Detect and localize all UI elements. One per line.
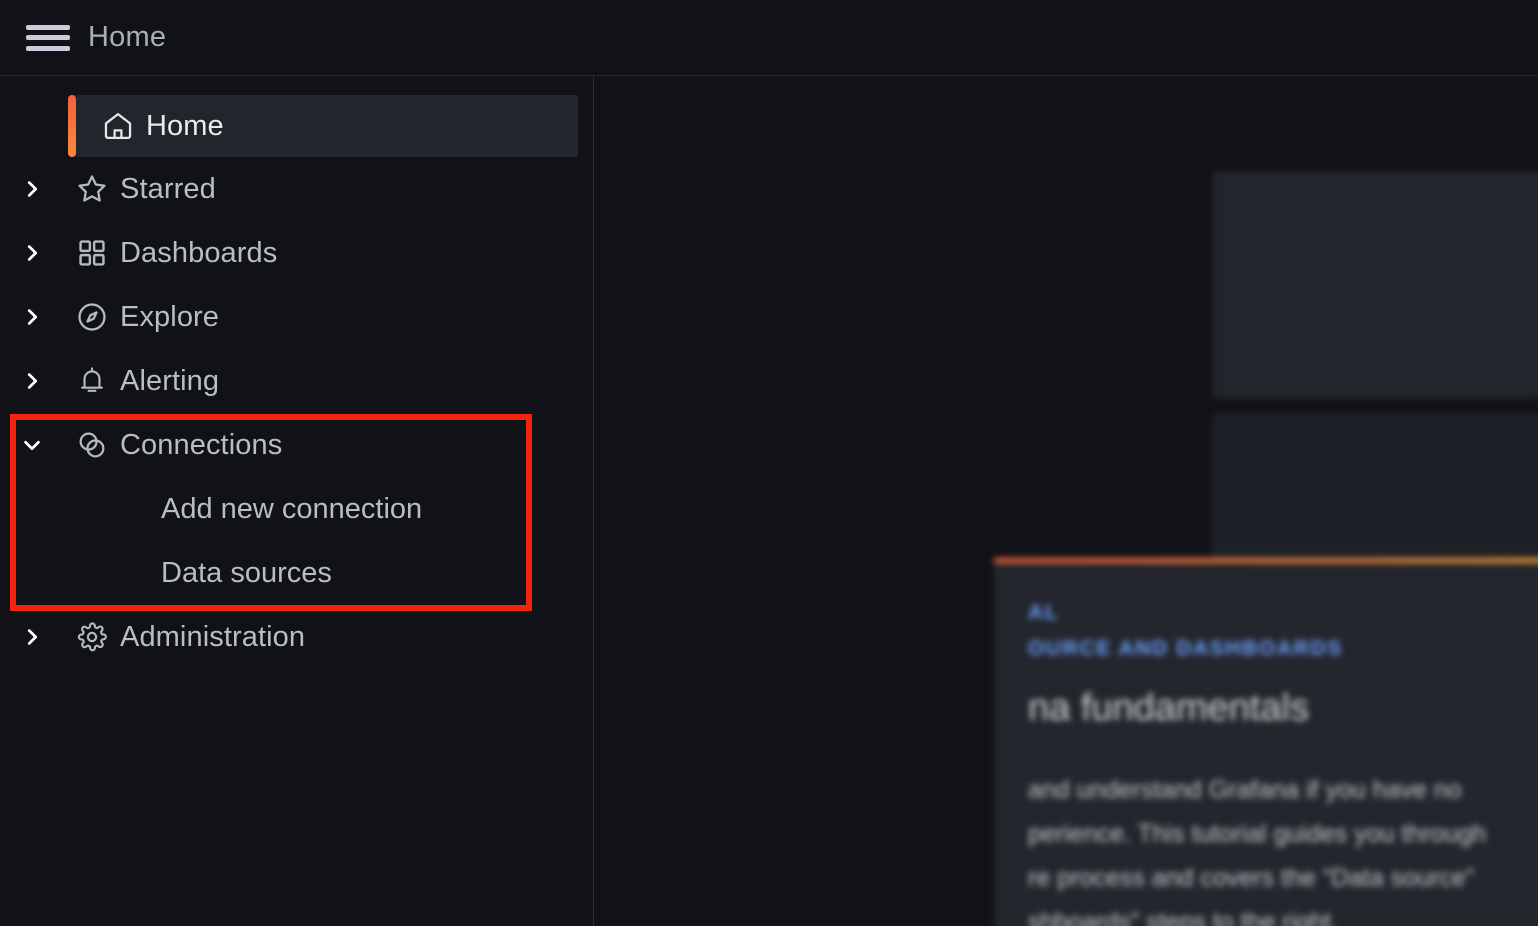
sidebar-subitem-label: Data sources xyxy=(161,556,332,589)
mega-menu-sidebar: Home Starred Dashboards Explore Alerting… xyxy=(0,76,594,926)
sidebar-item-explore[interactable]: Explore xyxy=(0,285,593,349)
chevron-right-icon[interactable] xyxy=(0,626,64,648)
sidebar-item-administration[interactable]: Administration xyxy=(0,605,593,669)
home-icon xyxy=(90,109,146,143)
sidebar-item-label: Starred xyxy=(120,172,216,205)
grafana-app-window: Need help? Docu AL OURCE AND DASHBOARDS … xyxy=(0,0,1538,926)
hamburger-bar xyxy=(26,24,70,30)
hamburger-icon[interactable] xyxy=(26,23,70,53)
active-item-accent-bar xyxy=(68,95,76,157)
tutorial-card-heading: na fundamentals xyxy=(1028,687,1309,729)
sidebar-item-dashboards[interactable]: Dashboards xyxy=(0,221,593,285)
sidebar-item-label: Administration xyxy=(120,620,306,653)
tutorial-card-body: and understand Grafana if you have no pe… xyxy=(1028,776,1487,926)
tutorial-card[interactable]: AL OURCE AND DASHBOARDS na fundamentals … xyxy=(994,558,1538,926)
sidebar-item-connections[interactable]: Connections xyxy=(0,413,593,477)
sidebar-item-label: Home xyxy=(146,109,224,142)
chevron-down-icon[interactable] xyxy=(0,434,64,456)
sidebar-item-label: Connections xyxy=(120,428,283,461)
top-navigation-bar: Home xyxy=(0,0,1538,76)
chevron-right-icon[interactable] xyxy=(0,178,64,200)
star-icon xyxy=(64,172,120,206)
sidebar-item-alerting[interactable]: Alerting xyxy=(0,349,593,413)
sidebar-item-add-new-connection[interactable]: Add new connection xyxy=(0,477,593,541)
chevron-right-icon[interactable] xyxy=(0,370,64,392)
sidebar-item-label: Dashboards xyxy=(120,236,278,269)
sidebar-item-data-sources[interactable]: Data sources xyxy=(0,541,593,605)
chevron-right-icon[interactable] xyxy=(0,306,64,328)
hamburger-bar xyxy=(26,45,70,51)
connections-icon xyxy=(64,428,120,462)
sidebar-subitem-label: Add new connection xyxy=(161,492,423,525)
sidebar-item-label: Explore xyxy=(120,300,220,333)
compass-icon xyxy=(64,300,120,334)
chevron-right-icon[interactable] xyxy=(0,242,64,264)
gear-icon xyxy=(64,621,120,653)
need-help-panel: Need help? Docu xyxy=(1213,172,1538,398)
tutorial-card-eyebrow-sub: OURCE AND DASHBOARDS xyxy=(1028,637,1343,660)
dashboards-icon xyxy=(64,237,120,269)
bell-icon xyxy=(64,365,120,397)
sidebar-item-starred[interactable]: Starred xyxy=(0,157,593,221)
main-content-area: Need help? Docu AL OURCE AND DASHBOARDS … xyxy=(594,76,1538,926)
sidebar-item-home[interactable]: Home xyxy=(72,95,578,157)
breadcrumb-home[interactable]: Home xyxy=(88,21,166,54)
sidebar-item-label: Alerting xyxy=(120,364,220,397)
hamburger-bar xyxy=(26,35,70,40)
tutorial-card-eyebrow-top: AL xyxy=(1028,601,1060,624)
